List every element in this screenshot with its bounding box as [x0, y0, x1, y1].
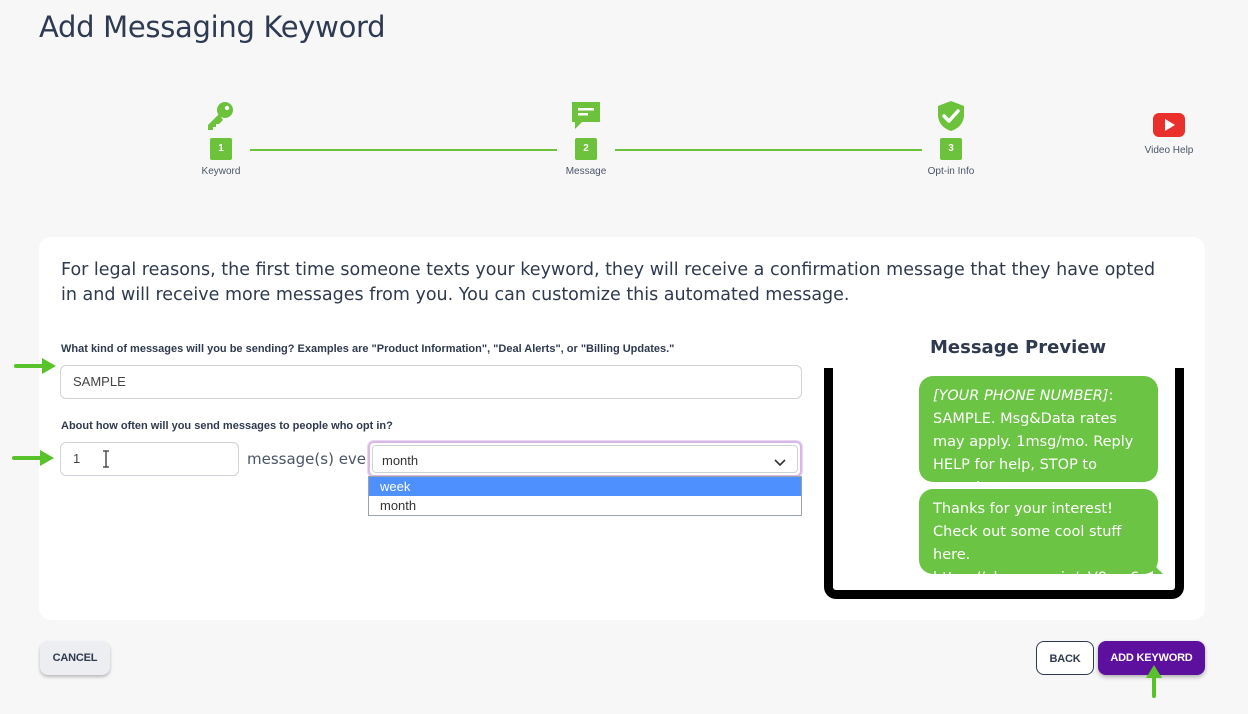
period-selected-value: month — [382, 453, 419, 468]
shield-check-icon — [938, 101, 964, 131]
key-icon — [208, 102, 233, 130]
message-kind-label: What kind of messages will you be sendin… — [61, 343, 675, 355]
phone-preview-frame: [YOUR PHONE NUMBER]: SAMPLE. Msg&Data ra… — [824, 368, 1184, 599]
step-label: Keyword — [201, 166, 241, 177]
frequency-count-input[interactable]: 1 — [60, 442, 239, 476]
confirmation-text: SAMPLE. Msg&Data rates may apply. 1msg/m… — [933, 411, 1134, 496]
step-label: Message — [565, 166, 607, 177]
legal-intro-text: For legal reasons, the first time someon… — [61, 260, 1156, 305]
step-connector — [250, 149, 557, 151]
progress-stepper: 1 Keyword 2 Message 3 Opt-in Info Video … — [0, 95, 1248, 195]
period-dropdown-list: week month — [368, 476, 802, 516]
step-connector — [615, 149, 922, 151]
chevron-down-icon — [774, 459, 786, 467]
period-select[interactable]: month — [368, 441, 802, 477]
step-number: 2 — [575, 138, 597, 160]
frequency-label: About how often will you send messages t… — [61, 420, 393, 432]
bubble-colon: : — [1108, 388, 1114, 404]
phone-number-placeholder: [YOUR PHONE NUMBER] — [933, 388, 1109, 404]
period-option-month[interactable]: month — [369, 496, 801, 515]
annotation-arrow-icon — [1146, 665, 1162, 698]
step-number: 1 — [210, 138, 232, 160]
followup-bubble: Thanks for your interest! Check out some… — [919, 489, 1163, 586]
page-title: Add Messaging Keyword — [39, 10, 386, 44]
step-label: Opt-in Info — [927, 166, 975, 177]
optin-form-card: For legal reasons, the first time someon… — [39, 237, 1205, 620]
cancel-button[interactable]: CANCEL — [40, 641, 110, 675]
period-option-week[interactable]: week — [369, 477, 801, 496]
back-button[interactable]: BACK — [1036, 641, 1094, 675]
video-help-link[interactable]: Video Help — [1138, 113, 1200, 156]
step-number: 3 — [940, 138, 962, 160]
video-help-label: Video Help — [1144, 145, 1194, 156]
text-cursor-icon — [103, 450, 109, 468]
confirmation-bubble: [YOUR PHONE NUMBER]: SAMPLE. Msg&Data ra… — [919, 376, 1158, 496]
frequency-unit-text: message(s) every — [247, 450, 382, 468]
preview-title: Message Preview — [930, 337, 1107, 358]
annotation-arrow-icon — [14, 358, 56, 374]
message-kind-input[interactable]: SAMPLE — [60, 365, 802, 399]
message-icon — [572, 102, 600, 129]
annotation-arrow-icon — [12, 450, 54, 466]
followup-text: Thanks for your interest! Check out some… — [933, 501, 1140, 586]
youtube-play-icon — [1153, 113, 1185, 137]
